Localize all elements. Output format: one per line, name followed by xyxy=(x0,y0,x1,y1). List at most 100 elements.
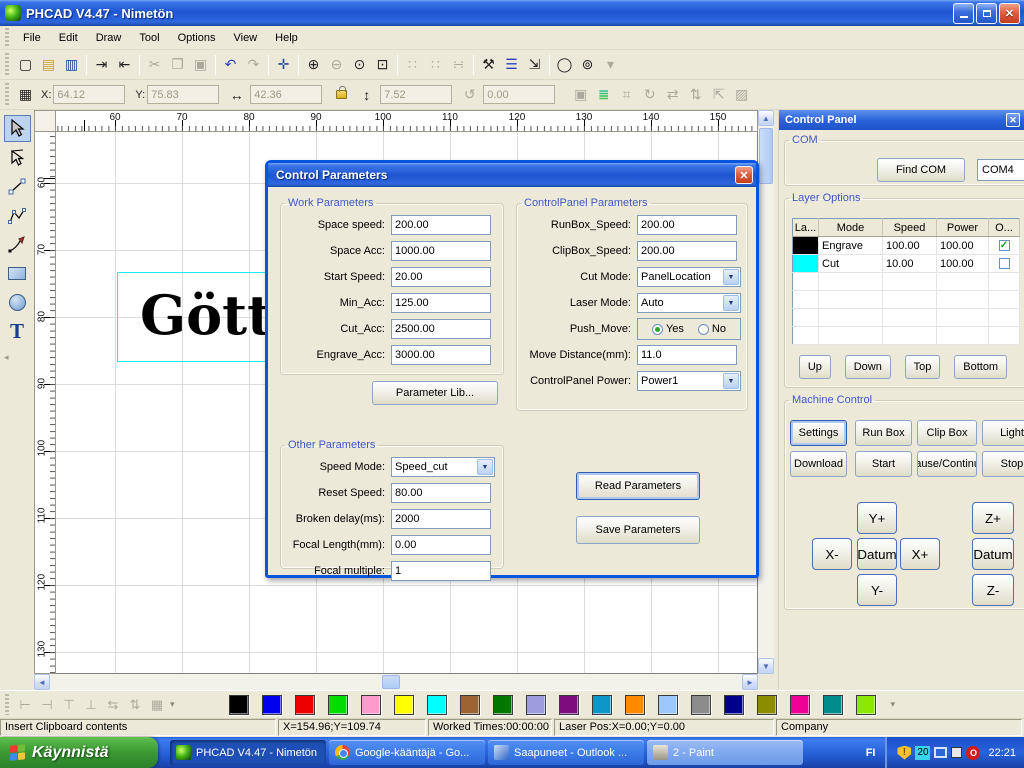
read-parameters-button[interactable]: Read Parameters xyxy=(576,472,700,500)
laser-mode-select[interactable]: Auto ▼ xyxy=(637,293,741,313)
jog-z-plus-button[interactable]: Z+ xyxy=(972,502,1014,534)
color-swatch[interactable] xyxy=(856,695,876,715)
y-position-field[interactable] xyxy=(147,85,219,104)
menu-view[interactable]: View xyxy=(224,29,266,47)
node-circle-icon[interactable]: ◯ xyxy=(553,54,576,76)
pause-continue-button[interactable]: Pause/Continue xyxy=(917,451,977,477)
scroll-up-icon[interactable]: ▲ xyxy=(758,110,774,126)
vertical-scroll-thumb[interactable] xyxy=(759,128,773,184)
com-port-combo[interactable]: COM4 xyxy=(977,159,1024,181)
layer-output-cell[interactable] xyxy=(989,255,1020,273)
focal-length-mm-field[interactable] xyxy=(391,535,491,555)
zoom-page-icon[interactable]: ⊡ xyxy=(371,54,394,76)
layer-stack-icon[interactable]: ≣ xyxy=(592,84,615,106)
chevron-down-icon[interactable]: ▼ xyxy=(477,459,493,475)
space-acc-field[interactable] xyxy=(391,241,491,261)
color-swatch[interactable] xyxy=(658,695,678,715)
text-tool[interactable]: T xyxy=(4,318,31,345)
toolbox-collapse-icon[interactable]: ◂ xyxy=(0,352,9,363)
controlpanel-power-select[interactable]: Power1 ▼ xyxy=(637,371,741,391)
color-swatch[interactable] xyxy=(559,695,579,715)
clip-box-button[interactable]: Clip Box xyxy=(917,420,977,446)
menu-tool[interactable]: Tool xyxy=(130,29,168,47)
save-parameters-button[interactable]: Save Parameters xyxy=(576,516,700,544)
runbox-speed-field[interactable] xyxy=(637,215,737,235)
task-paint[interactable]: 2 - Paint xyxy=(647,740,803,765)
chevron-down-icon[interactable]: ▼ xyxy=(723,269,739,285)
chevron-down-icon[interactable]: ▾ xyxy=(891,699,896,710)
layer-row[interactable]: Cut10.00100.00 xyxy=(793,255,1020,273)
chevron-down-icon[interactable]: ▾ xyxy=(170,699,175,710)
select-tool[interactable] xyxy=(4,115,31,142)
jog-y-minus-button[interactable]: Y- xyxy=(857,574,897,606)
horizontal-scroll-thumb[interactable] xyxy=(382,675,400,689)
scroll-right-icon[interactable]: ► xyxy=(742,674,758,690)
layer-down-button[interactable]: Down xyxy=(845,355,891,379)
chevron-down-icon[interactable]: ▼ xyxy=(723,373,739,389)
download-button[interactable]: Download xyxy=(790,451,847,477)
restore-button[interactable] xyxy=(976,3,997,24)
task-chrome[interactable]: Google-kääntäjä - Go... xyxy=(329,740,485,765)
zoom-selected-icon[interactable]: ⊙ xyxy=(348,54,371,76)
brush-tool[interactable] xyxy=(4,231,31,258)
line-tool[interactable] xyxy=(4,173,31,200)
dialog-close-icon[interactable]: ✕ xyxy=(735,166,753,184)
language-indicator[interactable]: FI xyxy=(856,737,886,768)
layer-col-la[interactable]: La... xyxy=(793,219,819,237)
import-icon[interactable]: ⇥ xyxy=(90,54,113,76)
color-swatch[interactable] xyxy=(592,695,612,715)
width-field[interactable] xyxy=(250,85,322,104)
layer-col-power[interactable]: Power xyxy=(937,219,989,237)
scroll-down-icon[interactable]: ▼ xyxy=(758,658,774,674)
polyline-tool[interactable] xyxy=(4,202,31,229)
color-swatch[interactable] xyxy=(328,695,348,715)
dialog-titlebar[interactable]: Control Parameters ✕ xyxy=(268,163,756,187)
color-swatch[interactable] xyxy=(790,695,810,715)
color-swatch[interactable] xyxy=(229,695,249,715)
pan-icon[interactable]: ✛ xyxy=(272,54,295,76)
radio-checked-icon[interactable] xyxy=(652,324,663,335)
layer-col-speed[interactable]: Speed xyxy=(883,219,937,237)
chevron-down-icon[interactable]: ▼ xyxy=(723,295,739,311)
canvas-text-object[interactable]: Gött xyxy=(140,283,272,347)
cut-mode-select[interactable]: PanelLocation ▼ xyxy=(637,267,741,287)
menu-help[interactable]: Help xyxy=(266,29,307,47)
light-button[interactable]: Light xyxy=(982,420,1024,446)
shape-edit-tool[interactable] xyxy=(4,144,31,171)
layer-color-swatch[interactable] xyxy=(793,255,819,273)
export-icon[interactable]: ⇤ xyxy=(113,54,136,76)
control-panel-close-icon[interactable]: ✕ xyxy=(1006,113,1020,127)
x-position-field[interactable] xyxy=(53,85,125,104)
new-icon[interactable]: ▢ xyxy=(14,54,37,76)
start-button[interactable]: Start xyxy=(855,451,912,477)
layer-bottom-button[interactable]: Bottom xyxy=(954,355,1007,379)
color-swatch[interactable] xyxy=(757,695,777,715)
color-swatch[interactable] xyxy=(262,695,282,715)
color-swatch[interactable] xyxy=(427,695,447,715)
horizontal-scrollbar[interactable]: ◄ ► xyxy=(34,674,758,690)
rotate-center-icon[interactable]: ⊚ xyxy=(576,54,599,76)
rotation-field[interactable] xyxy=(483,85,555,104)
jog-y-plus-button[interactable]: Y+ xyxy=(857,502,897,534)
color-swatch[interactable] xyxy=(691,695,711,715)
color-swatch[interactable] xyxy=(361,695,381,715)
space-speed-field[interactable] xyxy=(391,215,491,235)
color-swatch[interactable] xyxy=(460,695,480,715)
stop-button[interactable]: Stop xyxy=(982,451,1024,477)
vertical-scrollbar[interactable]: ▲ ▼ xyxy=(758,110,774,674)
layer-col-o[interactable]: O... xyxy=(989,219,1020,237)
focal-multiple-field[interactable] xyxy=(391,561,491,581)
tray-badge[interactable]: 20 xyxy=(915,746,930,760)
checkbox-unchecked-icon[interactable] xyxy=(999,258,1010,269)
engrave_acc-field[interactable] xyxy=(391,345,491,365)
pick-icon[interactable]: ⇲ xyxy=(523,54,546,76)
color-swatch[interactable] xyxy=(394,695,414,715)
checkbox-checked-icon[interactable]: ✓ xyxy=(999,240,1010,251)
cut_acc-field[interactable] xyxy=(391,319,491,339)
height-field[interactable] xyxy=(380,85,452,104)
start-button[interactable]: Käynnistä xyxy=(0,737,158,768)
color-swatch[interactable] xyxy=(724,695,744,715)
lock-ratio-icon[interactable] xyxy=(336,90,347,99)
radio-unchecked-icon[interactable] xyxy=(698,324,709,335)
network-icon[interactable] xyxy=(934,747,947,758)
